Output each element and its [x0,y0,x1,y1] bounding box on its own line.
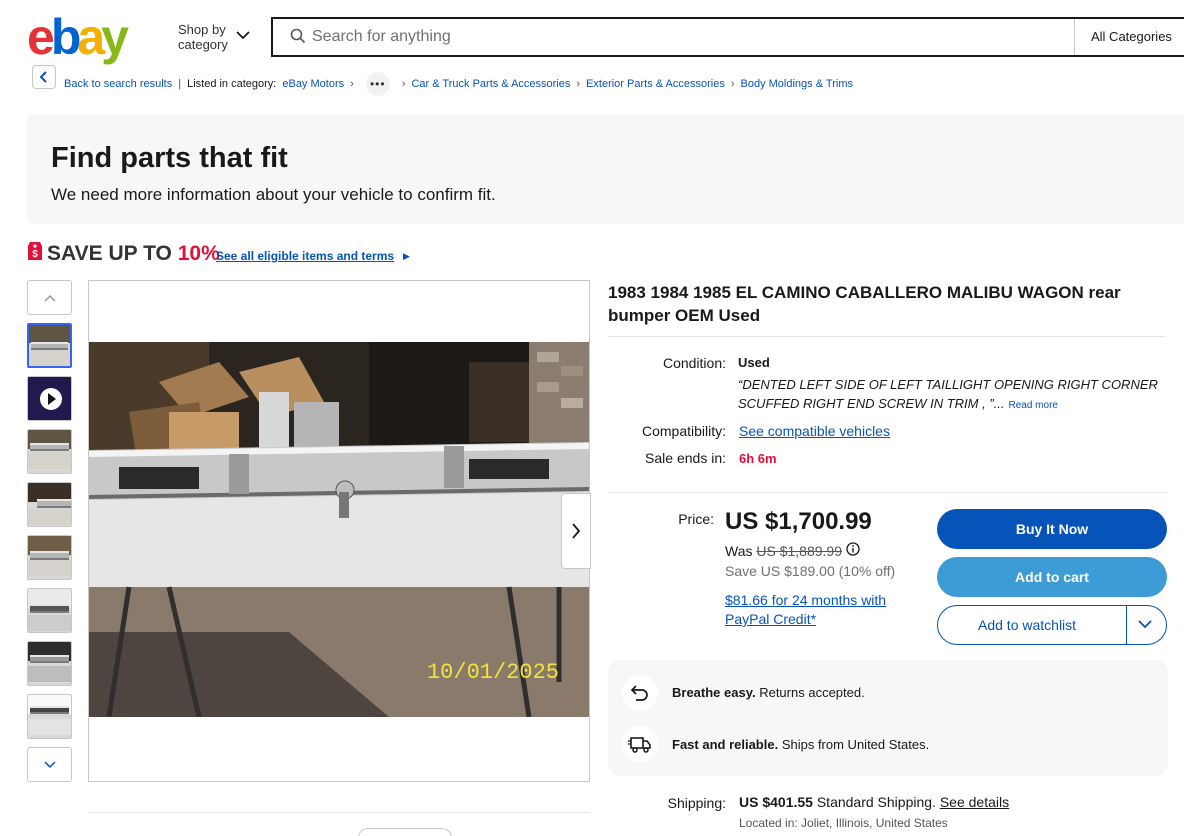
chevron-down-icon[interactable] [236,30,250,40]
breadcrumb-item[interactable]: Exterior Parts & Accessories [586,78,725,91]
condition-label: Condition: [662,355,726,371]
chevron-left-icon [39,71,47,83]
save-promo: SAVE UP TO 10% [47,242,220,266]
shop-by-label: category [178,37,228,52]
shipping-value: US $401.55 Standard Shipping. See detail… [739,794,1009,810]
ship-bold: Fast and reliable. [672,737,779,752]
photo-date-stamp: 10/01/2025 [427,660,559,685]
item-location: Located in: Joliet, Illinois, United Sta… [739,816,948,830]
listed-in-label: Listed in category: [187,77,277,90]
more-breadcrumbs-button[interactable]: ••• [365,72,390,96]
sale-ends-label: Sale ends in: [645,450,726,466]
price-tag-icon: $ [28,242,42,260]
divider [608,492,1168,493]
add-to-cart-button[interactable]: Add to cart [937,557,1167,597]
add-to-watchlist-button[interactable]: Add to watchlist [937,605,1167,645]
svg-text:$: $ [32,249,38,260]
logo-letter: y [101,9,129,65]
see-details-link[interactable]: See details [940,794,1009,810]
ebay-logo[interactable]: ebay [27,9,129,65]
logo-letter: e [27,9,55,65]
image-actions-tab[interactable] [358,828,452,836]
logo-letter: a [77,9,105,65]
thumbnail-4[interactable] [27,482,72,527]
returns-rest: Returns accepted. [755,685,865,700]
logo-letter: b [50,9,81,65]
all-categories-select[interactable]: All Categories [1074,19,1184,55]
thumbnail-1[interactable] [27,323,72,368]
thumbnails-down-button[interactable] [27,747,72,782]
caret-right-icon: ▶ [403,251,410,261]
thumbnail-5[interactable] [27,535,72,580]
ship-rest: Ships from United States. [778,737,930,752]
play-icon [40,388,62,410]
thumbnail-7[interactable] [27,641,72,686]
main-product-image[interactable]: 10/01/2025 [89,342,589,717]
chevron-right-icon: › [401,77,406,90]
delivery-truck-icon [628,737,651,753]
save-percent: 10% [177,242,220,265]
shop-by-label: Shop by [178,22,226,37]
divider [88,812,590,813]
see-compatible-vehicles-link[interactable]: See compatible vehicles [739,423,890,439]
chevron-up-icon [43,294,56,302]
was-prefix: Was [725,543,757,559]
sale-ends-value: 6h 6m [739,451,777,466]
shipping-icon-wrap [622,726,658,762]
divider [608,336,1165,337]
buy-it-now-button[interactable]: Buy It Now [937,509,1167,549]
condition-value: Used [738,355,770,370]
fit-subtitle: We need more information about your vehi… [51,185,496,204]
condition-description: “DENTED LEFT SIDE OF LEFT TAILLIGHT OPEN… [738,375,1168,415]
back-button[interactable] [32,65,56,89]
breadcrumb: Back to search results | Listed in categ… [64,72,853,96]
assurance-panel [608,660,1168,776]
returns-text: Breathe easy. Returns accepted. [672,685,865,700]
price-value: US $1,700.99 [725,508,872,535]
savings-text: Save US $189.00 (10% off) [725,563,896,579]
breadcrumb-item[interactable]: eBay Motors [282,78,344,91]
price-label: Price: [678,511,714,527]
thumbnail-8[interactable] [27,694,72,739]
chevron-down-icon [43,760,56,768]
info-icon[interactable] [846,542,860,556]
fit-title: Find parts that fit [51,142,288,174]
shop-by-category-button[interactable]: Shop by category [178,22,228,52]
thumbnails-up-button[interactable] [27,280,72,315]
shipping-assurance-text: Fast and reliable. Ships from United Sta… [672,737,929,752]
was-price: Was US $1,889.99 [725,543,842,559]
thumbnail-6[interactable] [27,588,72,633]
breadcrumb-item[interactable]: Car & Truck Parts & Accessories [411,78,570,91]
listing-title: 1983 1984 1985 EL CAMINO CABALLERO MALIB… [608,283,1121,325]
chevron-right-icon: › [576,77,581,90]
returns-icon-wrap [622,675,658,711]
chevron-right-icon: › [350,77,354,90]
returns-bold: Breathe easy. [672,685,756,700]
shipping-method: Standard Shipping. [812,794,940,810]
shipping-cost: US $401.55 [739,794,813,810]
chevron-down-icon[interactable] [1138,619,1152,629]
paypal-credit-link[interactable]: $81.66 for 24 months with PayPal Credit* [725,591,925,629]
search-icon [290,28,306,44]
shipping-label: Shipping: [667,795,726,811]
divider [1126,606,1127,644]
breadcrumb-item[interactable]: Body Moldings & Trims [741,78,853,91]
chevron-right-icon: › [730,77,735,90]
next-image-button[interactable] [561,493,591,569]
eligible-items-link[interactable]: See all eligible items and terms [216,249,394,263]
compatibility-label: Compatibility: [641,423,726,439]
chevron-right-icon [572,523,581,539]
was-value: US $1,889.99 [756,543,842,559]
thumbnail-3[interactable] [27,429,72,474]
save-prefix: SAVE UP TO [47,242,178,265]
return-arrow-icon [630,685,648,701]
condition-quote: “DENTED LEFT SIDE OF LEFT TAILLIGHT OPEN… [738,377,1158,411]
back-to-search-link[interactable]: Back to search results [64,78,172,91]
read-more-link[interactable]: Read more [1009,400,1058,411]
search-input[interactable] [312,22,1052,52]
thumbnail-video[interactable] [27,376,72,421]
